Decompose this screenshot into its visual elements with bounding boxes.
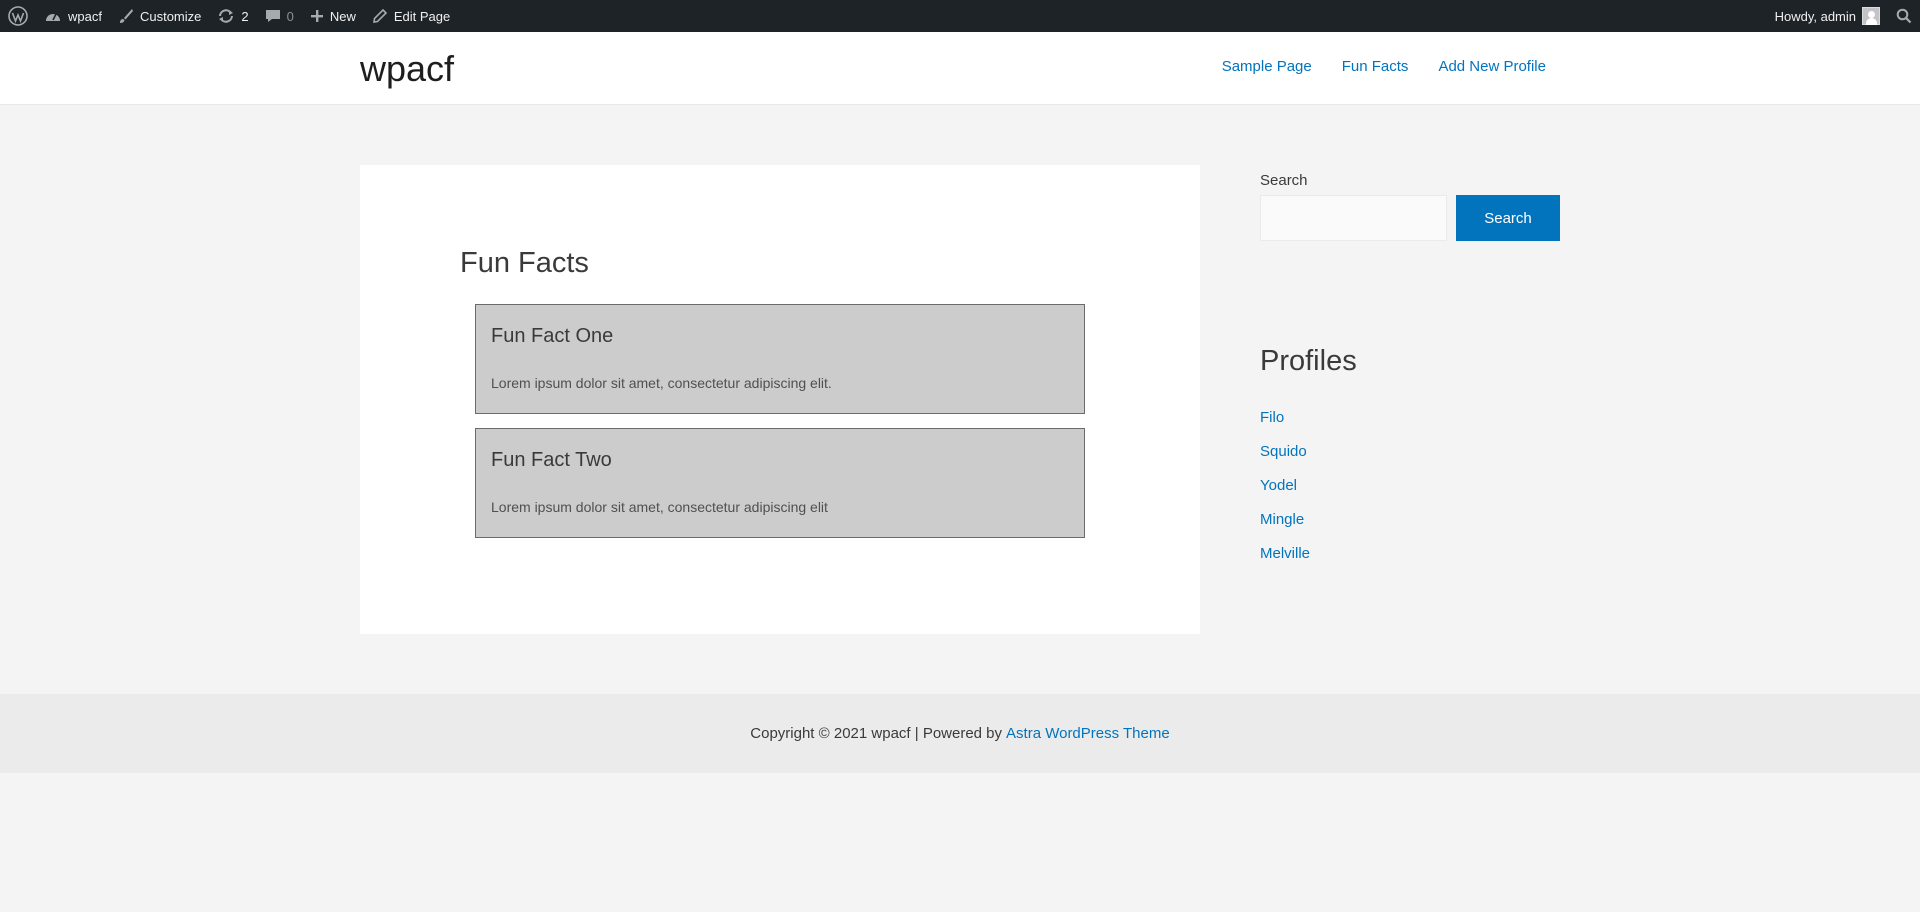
site-footer: Copyright © 2021 wpacf | Powered by Astr…	[0, 694, 1920, 773]
copyright-text: Copyright © 2021 wpacf | Powered by	[750, 725, 1003, 742]
comment-icon	[265, 8, 281, 24]
paintbrush-icon	[118, 8, 134, 24]
list-item: Yodel	[1260, 477, 1310, 511]
wordpress-logo-button[interactable]	[0, 0, 36, 32]
avatar	[1862, 7, 1880, 25]
main-content: Fun Facts Fun Fact One Lorem ipsum dolor…	[360, 165, 1200, 634]
new-label: New	[329, 8, 356, 24]
fun-fact-text: Lorem ipsum dolor sit amet, consectetur …	[491, 375, 832, 391]
search-icon	[1896, 8, 1912, 24]
admin-bar: wpacf Customize 2 0 New Edit Page Howdy,…	[0, 0, 1920, 32]
list-item: Melville	[1260, 545, 1310, 579]
updates-link[interactable]: 2	[209, 0, 256, 32]
pencil-icon	[372, 8, 388, 24]
list-item: Squido	[1260, 443, 1310, 477]
wordpress-logo-icon	[8, 6, 28, 26]
comments-count: 0	[286, 8, 294, 24]
fun-fact-title: Fun Fact Two	[491, 449, 612, 471]
site-name-label: wpacf	[68, 8, 102, 24]
site-title[interactable]: wpacf	[360, 48, 454, 90]
search-button[interactable]: Search	[1456, 195, 1560, 241]
updates-count: 2	[241, 8, 249, 24]
customize-label: Customize	[139, 8, 202, 24]
fun-fact-text: Lorem ipsum dolor sit amet, consectetur …	[491, 499, 828, 515]
edit-page-link[interactable]: Edit Page	[364, 0, 458, 32]
site-name-link[interactable]: wpacf	[36, 0, 110, 32]
edit-page-label: Edit Page	[393, 8, 451, 24]
site-header: wpacf Sample Page Fun Facts Add New Prof…	[0, 32, 1920, 105]
fun-fact-title: Fun Fact One	[491, 325, 614, 347]
new-content-link[interactable]: New	[302, 0, 364, 32]
nav-item-sample-page[interactable]: Sample Page	[1222, 58, 1312, 75]
dashboard-icon	[44, 8, 62, 24]
profile-link-filo[interactable]: Filo	[1260, 409, 1284, 426]
admin-search-button[interactable]	[1888, 0, 1920, 32]
fun-fact-card: Fun Fact One Lorem ipsum dolor sit amet,…	[475, 304, 1085, 414]
theme-link[interactable]: Astra WordPress Theme	[1006, 725, 1170, 742]
profile-link-squido[interactable]: Squido	[1260, 443, 1307, 460]
main-navigation: Sample Page Fun Facts Add New Profile	[1222, 58, 1546, 75]
plus-icon	[310, 9, 324, 23]
list-item: Mingle	[1260, 511, 1310, 545]
comments-link[interactable]: 0	[257, 0, 302, 32]
list-item: Filo	[1260, 409, 1310, 443]
profile-link-melville[interactable]: Melville	[1260, 545, 1310, 562]
profiles-heading: Profiles	[1260, 345, 1357, 377]
page-title: Fun Facts	[460, 247, 589, 279]
fun-fact-card: Fun Fact Two Lorem ipsum dolor sit amet,…	[475, 428, 1085, 538]
howdy-label: Howdy, admin	[1774, 8, 1856, 24]
profiles-list: Filo Squido Yodel Mingle Melville	[1260, 409, 1310, 579]
updates-icon	[217, 8, 235, 24]
my-account-link[interactable]: Howdy, admin	[1767, 0, 1888, 32]
search-input[interactable]	[1260, 195, 1447, 241]
nav-item-add-new-profile[interactable]: Add New Profile	[1438, 58, 1546, 75]
nav-item-fun-facts[interactable]: Fun Facts	[1342, 58, 1409, 75]
profile-link-yodel[interactable]: Yodel	[1260, 477, 1297, 494]
customize-link[interactable]: Customize	[110, 0, 209, 32]
search-label: Search	[1260, 172, 1308, 189]
profile-link-mingle[interactable]: Mingle	[1260, 511, 1304, 528]
